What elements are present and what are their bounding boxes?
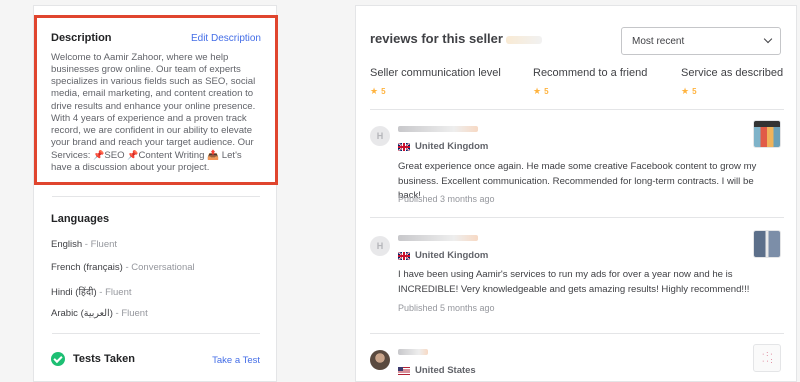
- language-name: French (français): [51, 262, 123, 273]
- language-separator: -: [122, 262, 132, 273]
- metric-rating: ★ 5: [533, 86, 549, 97]
- language-item: Hindi (हिंदी) - Fluent: [51, 285, 132, 298]
- metric-label: Service as described: [681, 67, 784, 79]
- review-published-date: Published 5 months ago: [398, 303, 495, 313]
- uk-flag-icon: [398, 143, 410, 151]
- edit-description-link[interactable]: Edit Description: [191, 33, 261, 44]
- language-level: Fluent: [90, 239, 118, 250]
- language-item: English - Fluent: [51, 239, 117, 250]
- language-level: Fluent: [105, 287, 132, 298]
- description-section: Description Edit Description Welcome to …: [34, 15, 278, 185]
- language-item: French (français) - Conversational: [51, 262, 195, 273]
- languages-heading: Languages: [51, 213, 110, 225]
- description-text: Welcome to Aamir Zahoor, where we help b…: [51, 52, 263, 175]
- avatar: H: [370, 236, 390, 256]
- metric-rating: ★ 5: [681, 86, 697, 97]
- chevron-down-icon: [763, 34, 773, 44]
- language-name: Arabic (العربية): [51, 308, 113, 319]
- language-name: Hindi (हिंदी): [51, 287, 97, 298]
- metric-rating: ★ 5: [370, 86, 386, 97]
- redacted-reviewer-name: [398, 349, 428, 355]
- review-work-thumbnail[interactable]: [753, 120, 781, 148]
- service-seo: SEO: [104, 150, 128, 162]
- service-content-writing: Content Writing: [138, 150, 208, 162]
- language-level: Conversational: [131, 262, 195, 273]
- divider: [370, 109, 784, 110]
- divider: [52, 333, 260, 334]
- metric-score: 5: [381, 87, 386, 96]
- language-separator: -: [82, 239, 91, 250]
- take-a-test-link[interactable]: Take a Test: [212, 355, 260, 366]
- us-flag-icon: [398, 367, 410, 375]
- pushpin-icon: 📌: [127, 150, 139, 161]
- star-icon: ★: [370, 86, 379, 96]
- metric-label: Recommend to a friend: [533, 67, 648, 79]
- divider: [370, 333, 784, 334]
- tests-taken-header: Tests Taken: [51, 352, 135, 366]
- description-heading: Description: [51, 32, 112, 44]
- review-work-thumbnail[interactable]: [753, 344, 781, 372]
- description-body: Welcome to Aamir Zahoor, where we help b…: [51, 52, 256, 162]
- review-text: I have been using Aamir's services to ru…: [398, 269, 750, 295]
- avatar: H: [370, 126, 390, 146]
- review-published-date: Published 3 months ago: [398, 194, 495, 204]
- avatar: [370, 350, 390, 370]
- reviews-title: reviews for this seller: [370, 31, 503, 46]
- outbox-icon: 📤: [207, 150, 220, 162]
- language-name: English: [51, 239, 83, 250]
- reviews-card: reviews for this seller Most recent Sell…: [355, 5, 797, 382]
- redacted-reviewer-name: [398, 126, 478, 132]
- redacted-rating: [506, 36, 542, 44]
- seller-profile-card: Description Edit Description Welcome to …: [33, 5, 278, 382]
- reviewer-country: United Kingdom: [415, 250, 489, 261]
- pushpin-icon: 📌: [93, 150, 105, 161]
- sort-selected-value: Most recent: [632, 35, 685, 47]
- redacted-reviewer-name: [398, 235, 478, 241]
- language-item: Arabic (العربية) - Fluent: [51, 308, 148, 319]
- divider: [52, 196, 260, 197]
- reviewer-country: United Kingdom: [415, 141, 489, 152]
- check-circle-icon: [51, 352, 65, 366]
- language-separator: -: [96, 287, 106, 298]
- sort-dropdown[interactable]: Most recent: [621, 27, 781, 55]
- reviewer-country: United States: [415, 365, 476, 376]
- language-level: Fluent: [121, 308, 148, 319]
- metric-score: 5: [544, 87, 549, 96]
- star-icon: ★: [533, 86, 542, 96]
- review-work-thumbnail[interactable]: [753, 230, 781, 258]
- star-icon: ★: [681, 86, 690, 96]
- metric-label: Seller communication level: [370, 67, 501, 79]
- uk-flag-icon: [398, 252, 410, 260]
- tests-taken-heading: Tests Taken: [73, 353, 135, 365]
- divider: [370, 217, 784, 218]
- metric-score: 5: [692, 87, 697, 96]
